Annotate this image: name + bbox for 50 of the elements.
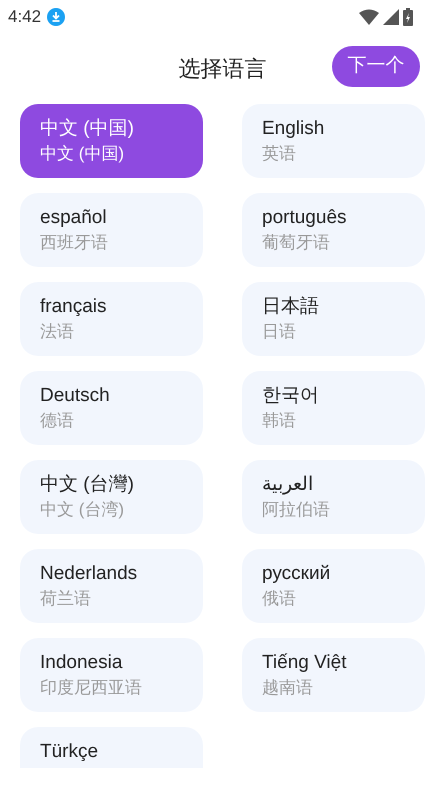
page-title: 选择语言	[178, 55, 266, 83]
language-option[interactable]: Türkçe	[20, 727, 203, 768]
language-translation: 中文 (中国)	[40, 143, 126, 165]
language-translation: 阿拉伯语	[262, 499, 331, 521]
next-button[interactable]: 下一个	[332, 46, 420, 87]
language-option[interactable]: Tiếng Việt 越南语	[242, 638, 425, 712]
language-name: 中文 (台灣)	[40, 473, 135, 497]
language-option[interactable]: Nederlands 荷兰语	[20, 549, 203, 623]
wifi-icon	[359, 8, 379, 24]
language-translation: 越南语	[262, 677, 314, 699]
language-option[interactable]: 한국어 韩语	[242, 371, 425, 445]
language-name: español	[40, 206, 108, 230]
battery-icon	[403, 8, 413, 26]
language-option[interactable]: 中文 (台灣) 中文 (台湾)	[20, 460, 203, 534]
language-name: Nederlands	[40, 562, 138, 586]
language-option[interactable]: 日本語 日语	[242, 282, 425, 356]
download-icon	[47, 8, 66, 26]
language-name: Tiếng Việt	[262, 651, 348, 675]
language-name: 中文 (中国)	[40, 117, 135, 141]
language-translation: 西班牙语	[40, 232, 109, 254]
language-translation: 英语	[262, 143, 297, 165]
language-translation: 荷兰语	[40, 588, 92, 610]
signal-icon	[383, 8, 399, 24]
language-name: العربية	[262, 473, 314, 497]
language-option[interactable]: Deutsch 德语	[20, 371, 203, 445]
language-translation: 印度尼西亚语	[40, 677, 143, 699]
language-translation: 法语	[40, 321, 75, 343]
language-option[interactable]: français 法语	[20, 282, 203, 356]
language-name: Deutsch	[40, 384, 111, 408]
language-option[interactable]: Indonesia 印度尼西亚语	[20, 638, 203, 712]
language-name: Indonesia	[40, 651, 124, 675]
language-option[interactable]: 中文 (中国) 中文 (中国)	[20, 104, 203, 178]
language-name: русский	[262, 562, 332, 586]
language-option[interactable]: русский 俄语	[242, 549, 425, 623]
language-name: 한국어	[262, 384, 320, 408]
language-name: português	[262, 206, 348, 230]
language-option[interactable]: português 葡萄牙语	[242, 193, 425, 267]
language-name: English	[262, 117, 326, 141]
language-translation: 中文 (台湾)	[40, 499, 126, 521]
status-time: 4:42	[8, 6, 42, 28]
language-translation: 韩语	[262, 410, 297, 432]
language-name: Türkçe	[40, 740, 100, 764]
language-translation: 日语	[262, 321, 297, 343]
language-translation: 德语	[40, 410, 75, 432]
language-name: français	[40, 295, 108, 319]
language-name: 日本語	[262, 295, 320, 319]
language-option[interactable]: español 西班牙语	[20, 193, 203, 267]
language-option[interactable]: English 英语	[242, 104, 425, 178]
language-translation: 葡萄牙语	[262, 232, 331, 254]
language-translation: 俄语	[262, 588, 297, 610]
